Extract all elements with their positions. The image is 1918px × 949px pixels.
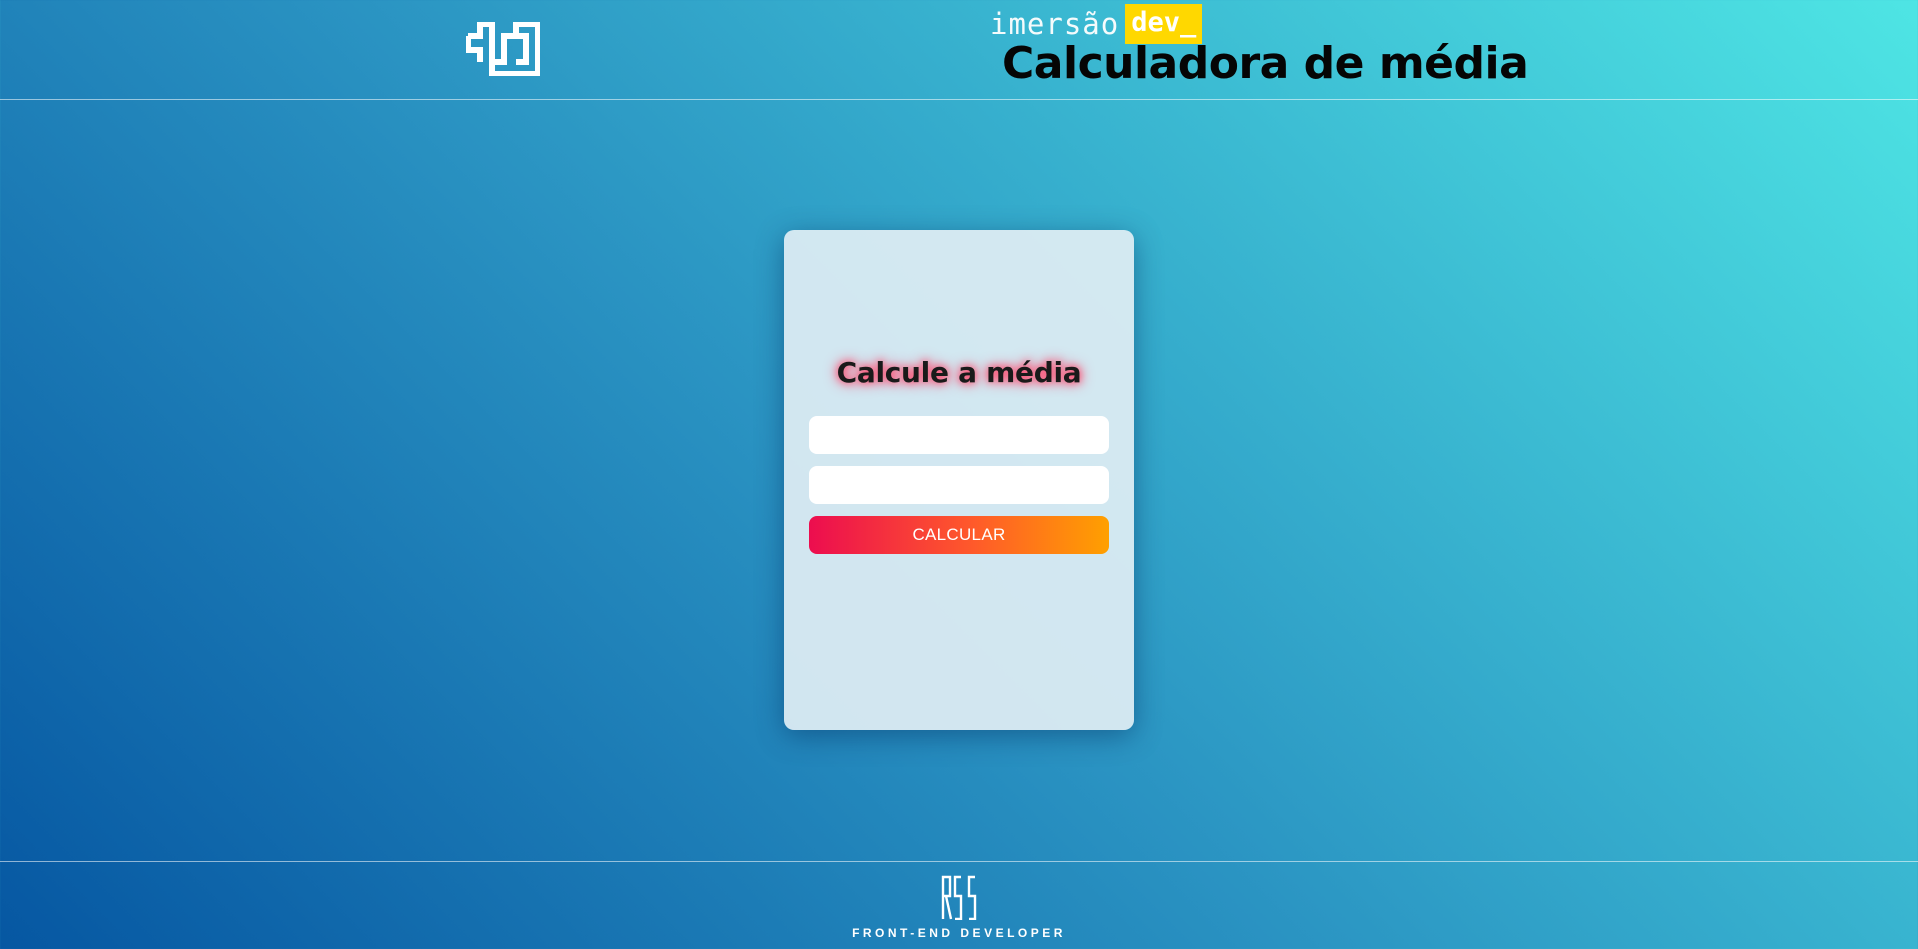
maze-square-logo-icon <box>466 22 540 76</box>
calculate-button[interactable]: CALCULAR <box>809 516 1109 554</box>
page-header: imersão dev_ Calculadora de média <box>0 0 1918 100</box>
calculator-card: Calcule a média CALCULAR <box>784 230 1134 730</box>
grade-input-1[interactable] <box>809 416 1109 454</box>
card-title: Calcule a média <box>836 356 1082 389</box>
page-title: Calculadora de média <box>1002 38 1529 89</box>
brand-prefix: imersão <box>990 7 1120 41</box>
grade-input-2[interactable] <box>809 466 1109 504</box>
footer-tagline: FRONT-END DEVELOPER <box>852 926 1066 940</box>
page-footer: FRONT-END DEVELOPER <box>0 861 1918 949</box>
rss-monogram-logo-icon <box>941 875 977 920</box>
